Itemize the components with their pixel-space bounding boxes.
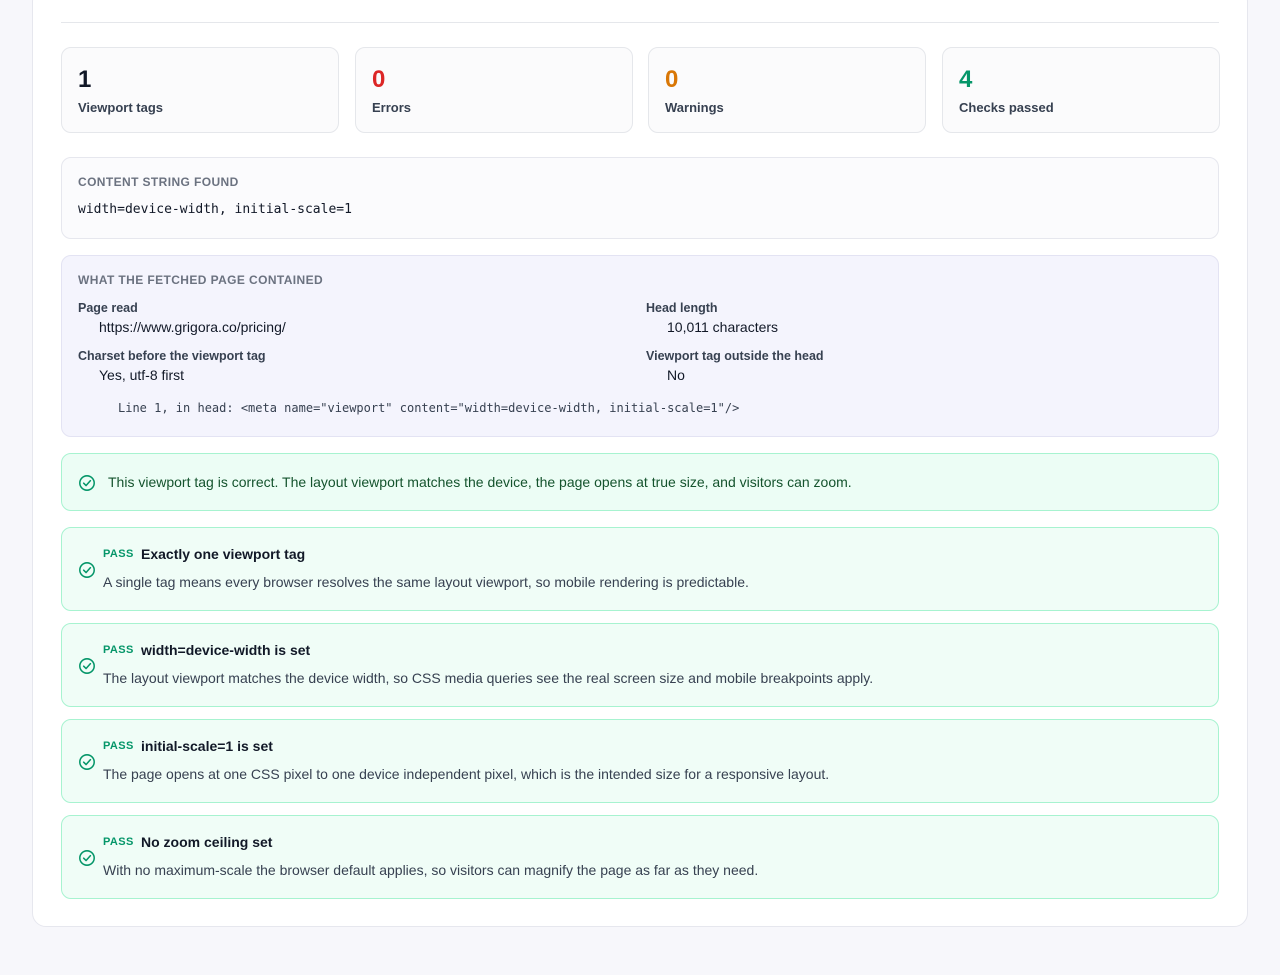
results-panel: 1 Viewport tags 0 Errors 0 Warnings 4 Ch… bbox=[32, 0, 1248, 927]
source-line: Line 1, in head: <meta name="viewport" c… bbox=[118, 401, 740, 415]
summary-banner: This viewport tag is correct. The layout… bbox=[61, 453, 1219, 511]
top-divider bbox=[61, 22, 1219, 23]
check-description: With no maximum-scale the browser defaul… bbox=[103, 862, 759, 878]
status-badge: PASS bbox=[103, 644, 134, 656]
head-length-label: Head length bbox=[646, 301, 718, 315]
page-read-value: https://www.grigora.co/pricing/ bbox=[99, 319, 286, 335]
check-title: initial-scale=1 is set bbox=[141, 738, 273, 754]
check-description: The layout viewport matches the device w… bbox=[103, 670, 874, 686]
check-description: The page opens at one CSS pixel to one d… bbox=[103, 766, 830, 782]
charset-value: Yes, utf-8 first bbox=[99, 367, 185, 383]
check-item: PASS Exactly one viewport tag A single t… bbox=[61, 527, 1219, 611]
check-description: A single tag means every browser resolve… bbox=[103, 574, 749, 590]
content-string-box: CONTENT STRING FOUND width=device-width,… bbox=[61, 157, 1219, 239]
check-title: No zoom ceiling set bbox=[141, 834, 273, 850]
check-item: PASS No zoom ceiling set With no maximum… bbox=[61, 815, 1219, 899]
stat-label: Viewport tags bbox=[78, 100, 164, 115]
stat-card-viewport-tags: 1 Viewport tags bbox=[61, 47, 339, 133]
stat-value: 4 bbox=[959, 66, 973, 93]
check-title: Exactly one viewport tag bbox=[141, 546, 306, 562]
fetched-heading: WHAT THE FETCHED PAGE CONTAINED bbox=[78, 273, 324, 287]
stat-value: 0 bbox=[665, 66, 679, 93]
outside-head-label: Viewport tag outside the head bbox=[646, 349, 824, 363]
status-badge: PASS bbox=[103, 836, 134, 848]
outside-head-value: No bbox=[667, 367, 685, 383]
stat-label: Warnings bbox=[665, 100, 724, 115]
charset-label: Charset before the viewport tag bbox=[78, 349, 266, 363]
check-circle-icon bbox=[79, 562, 95, 578]
summary-text: This viewport tag is correct. The layout… bbox=[108, 474, 852, 490]
check-circle-icon bbox=[79, 754, 95, 770]
content-string-value: width=device-width, initial-scale=1 bbox=[78, 202, 352, 217]
stat-value: 0 bbox=[372, 66, 386, 93]
check-title: width=device-width is set bbox=[141, 642, 311, 658]
stat-label: Checks passed bbox=[959, 100, 1054, 115]
check-circle-icon bbox=[79, 475, 95, 491]
check-circle-icon bbox=[79, 658, 95, 674]
stat-label: Errors bbox=[372, 100, 412, 115]
stat-value: 1 bbox=[78, 66, 92, 93]
check-item: PASS width=device-width is set The layou… bbox=[61, 623, 1219, 707]
content-string-heading: CONTENT STRING FOUND bbox=[78, 175, 239, 189]
page-read-label: Page read bbox=[78, 301, 138, 315]
head-length-value: 10,011 characters bbox=[667, 319, 779, 335]
status-badge: PASS bbox=[103, 740, 134, 752]
status-badge: PASS bbox=[103, 548, 134, 560]
check-item: PASS initial-scale=1 is set The page ope… bbox=[61, 719, 1219, 803]
stat-card-warnings: 0 Warnings bbox=[648, 47, 926, 133]
stat-card-errors: 0 Errors bbox=[355, 47, 633, 133]
stat-card-checks-passed: 4 Checks passed bbox=[942, 47, 1220, 133]
fetched-page-box: WHAT THE FETCHED PAGE CONTAINED Page rea… bbox=[61, 255, 1219, 437]
check-circle-icon bbox=[79, 850, 95, 866]
